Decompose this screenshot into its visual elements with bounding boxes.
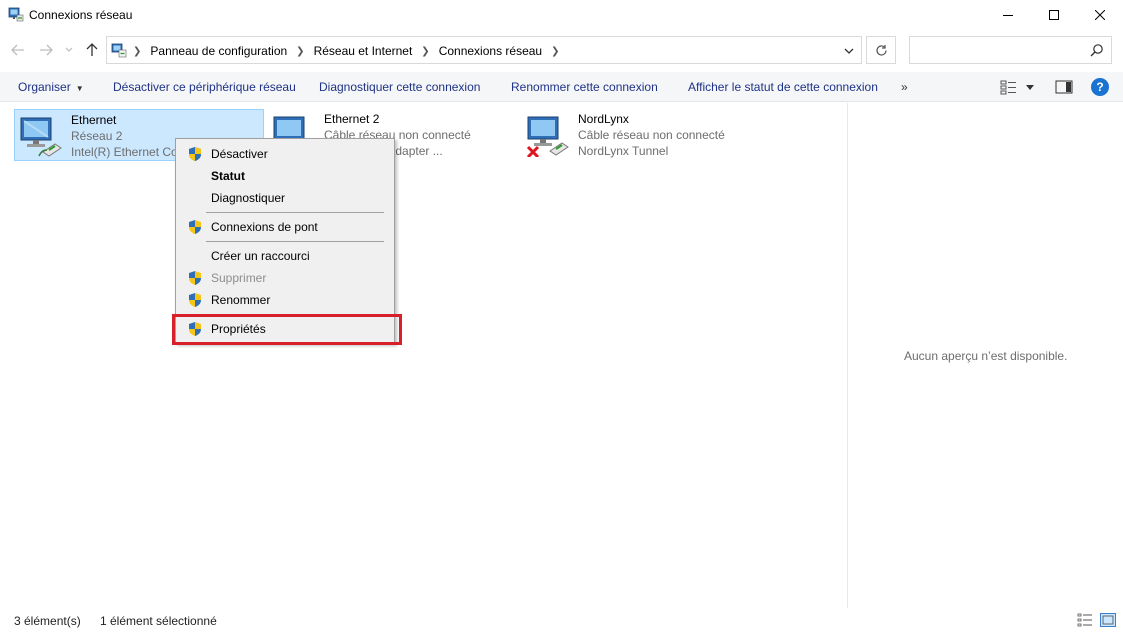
breadcrumb-item-network-connections[interactable]: Connexions réseau <box>439 44 542 58</box>
search-icon[interactable] <box>1090 43 1104 57</box>
breadcrumb-chevron-icon[interactable]: ❯ <box>296 46 304 57</box>
rename-connection-button[interactable]: Renommer cette connexion <box>511 80 658 94</box>
properties-highlight-box <box>172 314 402 345</box>
arrow-right-icon <box>40 44 53 56</box>
minimize-button[interactable] <box>985 0 1031 30</box>
diagnose-connection-button[interactable]: Diagnostiquer cette connexion <box>319 80 480 94</box>
breadcrumb-item-control-panel[interactable]: Panneau de configuration <box>150 44 287 58</box>
selection-count: 1 élément sélectionné <box>100 614 217 628</box>
menu-item-create-shortcut[interactable]: Créer un raccourci <box>178 245 392 267</box>
refresh-icon <box>875 44 887 56</box>
menu-item-delete[interactable]: Supprimer <box>178 267 392 289</box>
close-button[interactable] <box>1077 0 1123 30</box>
uac-shield-icon <box>189 147 201 161</box>
uac-shield-icon <box>189 271 201 285</box>
help-icon[interactable]: ? <box>1091 78 1109 96</box>
search-input[interactable] <box>909 36 1112 64</box>
window-title: Connexions réseau <box>29 8 133 22</box>
address-row: ❯ Panneau de configuration ❯ Réseau et I… <box>0 34 1123 66</box>
preview-pane-icon[interactable] <box>1055 79 1073 95</box>
arrow-left-icon <box>11 44 24 56</box>
uac-shield-icon <box>189 220 201 234</box>
menu-item-rename[interactable]: Renommer <box>178 289 392 311</box>
control-panel-icon <box>111 43 127 58</box>
menu-item-bridge-connections[interactable]: Connexions de pont <box>178 216 392 238</box>
view-options-caret-icon[interactable] <box>1025 83 1035 91</box>
breadcrumb-chevron-icon[interactable]: ❯ <box>421 46 429 57</box>
refresh-button[interactable] <box>866 36 896 64</box>
network-connections-icon <box>8 7 24 22</box>
menu-separator <box>206 241 384 242</box>
change-view-icon[interactable] <box>1000 79 1018 95</box>
up-button[interactable] <box>82 40 102 60</box>
menu-item-label: Statut <box>211 169 245 183</box>
connection-name: Ethernet <box>71 113 117 127</box>
organize-label: Organiser <box>18 80 71 94</box>
connection-name: NordLynx <box>578 112 629 126</box>
menu-item-label: Créer un raccourci <box>211 249 310 263</box>
breadcrumb-item-network-internet[interactable]: Réseau et Internet <box>314 44 413 58</box>
preview-message: Aucun aperçu n’est disponible. <box>904 349 1068 363</box>
menu-item-label: Supprimer <box>211 271 267 285</box>
forward-button[interactable] <box>36 40 56 60</box>
address-dropdown-icon[interactable] <box>841 43 857 59</box>
preview-pane-divider[interactable] <box>847 103 848 608</box>
uac-shield-icon <box>189 293 201 307</box>
organize-menu-button[interactable]: Organiser ▼ <box>18 80 84 94</box>
back-button[interactable] <box>8 40 28 60</box>
caret-down-icon: ▼ <box>75 84 84 93</box>
item-count: 3 élément(s) <box>14 614 81 628</box>
connection-name: Ethernet 2 <box>324 112 380 126</box>
connections-list: Ethernet Réseau 2 Intel(R) Ethernet Co E… <box>0 103 847 608</box>
connection-status: Câble réseau non connecté <box>578 128 725 142</box>
status-bar: 3 élément(s) 1 élément sélectionné <box>0 608 1123 632</box>
connection-item-nordlynx[interactable]: NordLynx Câble réseau non connecté NordL… <box>522 109 772 161</box>
menu-item-label: Désactiver <box>211 147 268 161</box>
title-bar: Connexions réseau <box>0 0 1123 30</box>
menu-item-status[interactable]: Statut <box>178 165 392 187</box>
menu-item-label: Connexions de pont <box>211 220 318 234</box>
view-status-button[interactable]: Afficher le statut de cette connexion <box>688 80 878 94</box>
disable-device-button[interactable]: Désactiver ce périphérique réseau <box>113 80 296 94</box>
arrow-up-icon <box>86 43 98 56</box>
network-adapter-icon <box>20 117 62 157</box>
breadcrumb: ❯ Panneau de configuration ❯ Réseau et I… <box>131 44 568 58</box>
menu-item-diagnose[interactable]: Diagnostiquer <box>178 187 392 209</box>
maximize-button[interactable] <box>1031 0 1077 30</box>
network-adapter-disconnected-icon <box>526 116 569 157</box>
details-view-icon[interactable] <box>1077 613 1093 627</box>
menu-item-label: Diagnostiquer <box>211 191 286 205</box>
menu-separator <box>206 212 384 213</box>
command-bar: Organiser ▼ Désactiver ce périphérique ré… <box>0 72 1123 102</box>
minimize-icon <box>1003 15 1013 16</box>
maximize-icon <box>1049 10 1059 20</box>
connection-device: NordLynx Tunnel <box>578 144 669 158</box>
connection-status: Réseau 2 <box>71 129 123 143</box>
close-icon <box>1095 10 1105 20</box>
large-icons-view-icon[interactable] <box>1100 613 1116 627</box>
recent-locations-button[interactable] <box>62 40 76 60</box>
address-bar[interactable]: ❯ Panneau de configuration ❯ Réseau et I… <box>106 36 862 64</box>
menu-item-label: Renommer <box>211 293 271 307</box>
breadcrumb-chevron-icon[interactable]: ❯ <box>551 46 559 57</box>
breadcrumb-chevron-icon[interactable]: ❯ <box>133 46 141 57</box>
menu-item-disable[interactable]: Désactiver <box>178 143 392 165</box>
connection-device: Intel(R) Ethernet Co <box>71 145 178 159</box>
more-commands-button[interactable]: » <box>901 80 908 94</box>
chevron-down-icon <box>65 47 73 52</box>
